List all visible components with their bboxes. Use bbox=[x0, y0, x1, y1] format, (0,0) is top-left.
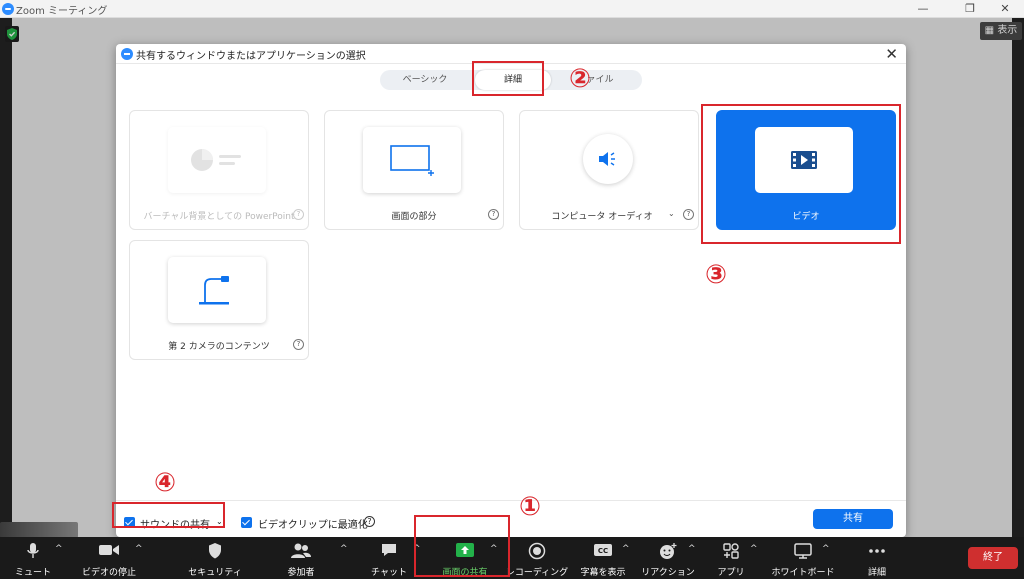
participants-button[interactable]: 参加者 bbox=[287, 537, 315, 579]
help-icon[interactable]: ? bbox=[293, 339, 304, 350]
security-button[interactable]: セキュリティ bbox=[188, 537, 242, 579]
help-icon: ? bbox=[293, 209, 304, 220]
optimize-video-label[interactable]: ビデオクリップに最適化 bbox=[258, 516, 368, 531]
chevron-down-icon[interactable]: ⌄ bbox=[668, 209, 675, 218]
document-camera-icon bbox=[199, 276, 229, 305]
microphone-icon bbox=[27, 543, 39, 558]
option-label: 第 2 カメラのコンテンツ bbox=[168, 342, 270, 352]
annotation-number-1: ① bbox=[519, 492, 542, 522]
captions-button[interactable]: CC 字幕を表示 bbox=[580, 537, 626, 579]
dialog-footer: サウンドの共有 ⌄ ビデオクリップに最適化 ? 共有 bbox=[116, 500, 906, 537]
dialog-title: 共有するウィンドウまたはアプリケーションの選択 bbox=[136, 51, 366, 62]
window-title: Zoom ミーティング bbox=[16, 6, 108, 17]
whiteboard-button[interactable]: ホワイトボード bbox=[771, 537, 835, 579]
help-icon[interactable]: ? bbox=[488, 209, 499, 220]
whiteboard-options-caret[interactable]: ^ bbox=[822, 544, 830, 554]
video-options-caret[interactable]: ^ bbox=[135, 544, 143, 554]
more-icon bbox=[869, 549, 885, 553]
record-button[interactable]: レコーディング bbox=[506, 537, 568, 579]
apps-button[interactable]: アプリ bbox=[717, 537, 745, 579]
option-second-camera[interactable]: 第 2 カメラのコンテンツ ? bbox=[129, 240, 309, 360]
participants-icon bbox=[291, 543, 311, 558]
annotation-box-advanced-tab bbox=[472, 61, 544, 96]
zoom-logo-icon bbox=[121, 48, 133, 60]
annotation-number-4: ④ bbox=[154, 468, 177, 498]
help-icon[interactable]: ? bbox=[364, 516, 375, 527]
captions-options-caret[interactable]: ^ bbox=[622, 544, 630, 554]
reactions-button[interactable]: リアクション bbox=[641, 537, 695, 579]
mute-options-caret[interactable]: ^ bbox=[55, 544, 63, 554]
option-label: バーチャル背景としての PowerPoint bbox=[143, 212, 295, 222]
participants-options-caret[interactable]: ^ bbox=[340, 544, 348, 554]
window-titlebar: Zoom ミーティング — ❐ ✕ bbox=[0, 0, 1024, 18]
end-meeting-button[interactable]: 終了 bbox=[968, 547, 1018, 569]
stop-video-button[interactable]: ビデオの停止 bbox=[82, 537, 136, 579]
annotation-box-share-screen bbox=[414, 515, 510, 577]
portion-thumbnail bbox=[363, 127, 461, 193]
security-shield-icon bbox=[209, 543, 221, 559]
whiteboard-icon bbox=[794, 543, 812, 559]
record-icon bbox=[528, 542, 546, 560]
close-window-button[interactable]: ✕ bbox=[988, 0, 1022, 18]
annotation-number-3: ③ bbox=[705, 260, 728, 290]
optimize-video-checkbox[interactable] bbox=[241, 517, 252, 528]
video-camera-icon bbox=[99, 545, 119, 555]
option-powerpoint-background: バーチャル背景としての PowerPoint ? bbox=[129, 110, 309, 230]
reaction-icon bbox=[660, 543, 677, 559]
svg-text:CC: CC bbox=[598, 547, 608, 555]
audio-thumbnail bbox=[583, 134, 633, 184]
share-button[interactable]: 共有 bbox=[813, 509, 893, 529]
dialog-close-button[interactable]: ✕ bbox=[885, 44, 898, 64]
annotation-box-video-option bbox=[701, 104, 901, 244]
pie-chart-icon bbox=[191, 149, 241, 171]
restore-button[interactable]: ❐ bbox=[953, 0, 987, 18]
zoom-logo-icon bbox=[2, 3, 14, 15]
captions-icon: CC bbox=[594, 544, 612, 556]
screen-portion-icon bbox=[390, 145, 434, 176]
reactions-options-caret[interactable]: ^ bbox=[688, 544, 696, 554]
annotation-number-2: ② bbox=[569, 64, 592, 94]
chat-button[interactable]: チャット bbox=[371, 537, 407, 579]
minimize-button[interactable]: — bbox=[906, 0, 940, 18]
chat-icon bbox=[382, 544, 396, 556]
mute-button[interactable]: ミュート bbox=[15, 537, 51, 579]
help-icon[interactable]: ? bbox=[683, 209, 694, 220]
apps-icon bbox=[723, 543, 739, 559]
option-computer-audio[interactable]: コンピュータ オーディオ ⌄ ? bbox=[519, 110, 699, 230]
blurred-name-tag bbox=[0, 522, 78, 538]
camera-thumbnail bbox=[168, 257, 266, 323]
more-button[interactable]: 詳細 bbox=[864, 537, 890, 579]
powerpoint-thumbnail bbox=[168, 127, 266, 193]
tab-basic[interactable]: ベーシック bbox=[382, 70, 468, 90]
annotation-box-share-sound bbox=[112, 502, 225, 528]
meeting-toolbar: ミュート ^ ビデオの停止 ^ セキュリティ 参加者 ^ チャット ^ 画面の共… bbox=[0, 537, 1024, 579]
option-portion-of-screen[interactable]: 画面の部分 ? bbox=[324, 110, 504, 230]
option-label: 画面の部分 bbox=[391, 212, 437, 222]
apps-options-caret[interactable]: ^ bbox=[750, 544, 758, 554]
speaker-icon bbox=[599, 152, 615, 166]
